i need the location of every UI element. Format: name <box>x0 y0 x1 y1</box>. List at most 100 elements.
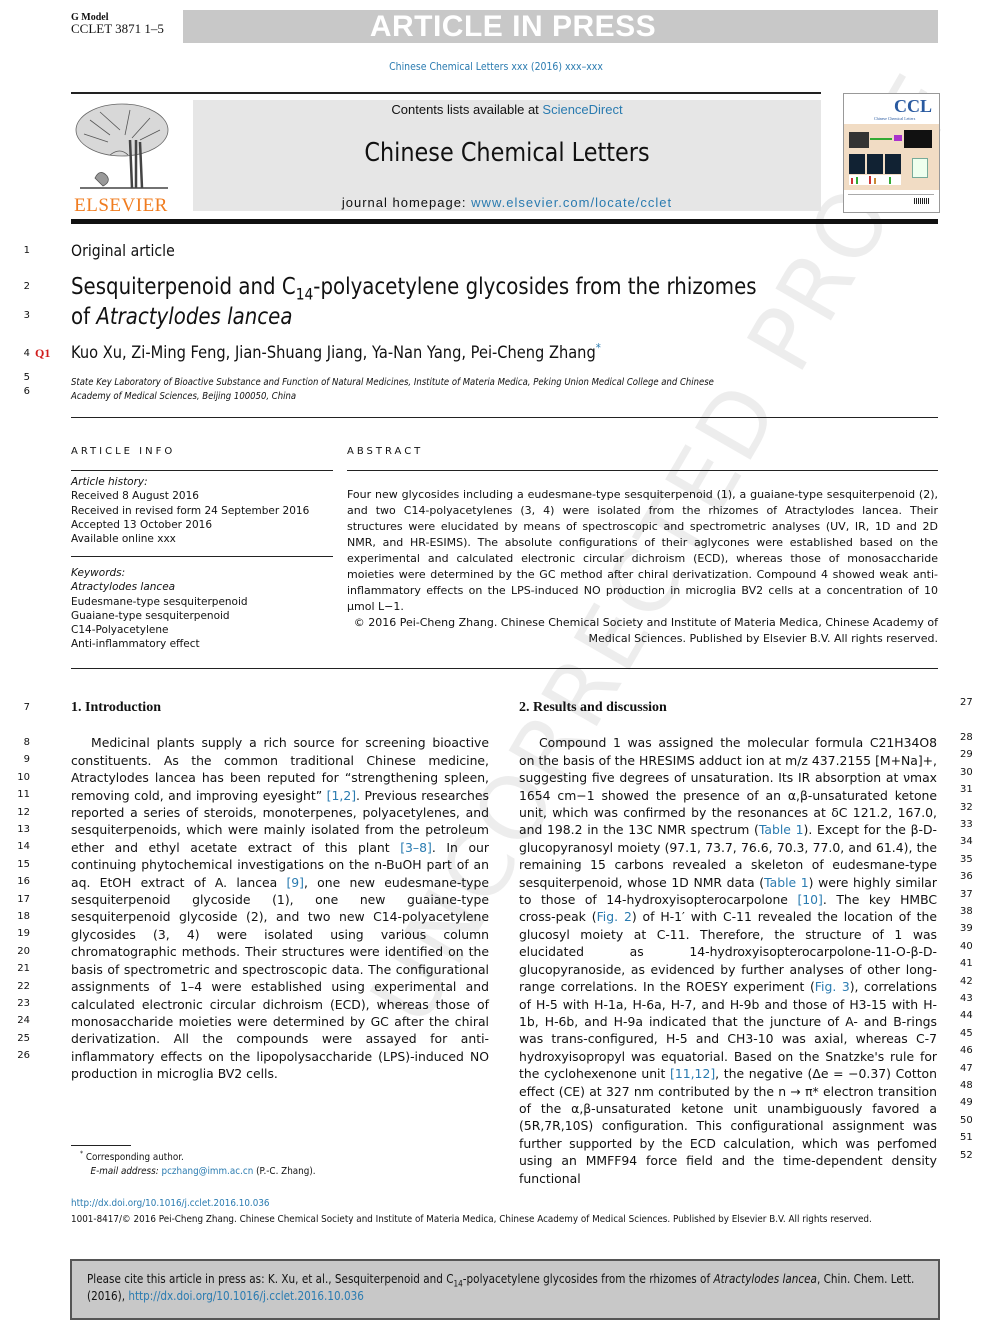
reference-link[interactable]: [1,2] <box>327 788 356 803</box>
corresponding-author-note: Corresponding author. <box>85 1152 184 1163</box>
abstract-text: Four new glycosides including a eudesman… <box>347 488 938 613</box>
divider <box>71 556 333 557</box>
reference-link[interactable]: Table 1 <box>764 875 809 890</box>
email-link[interactable]: pczhang@imm.ac.cn <box>161 1166 253 1177</box>
introduction-text: Medicinal plants supply a rich source fo… <box>71 735 489 1082</box>
journal-homepage-link[interactable]: www.elsevier.com/locate/cclet <box>471 195 672 210</box>
line-number: 5 <box>23 372 30 383</box>
history-online: Available online xxx <box>71 533 176 546</box>
affiliation-line: State Key Laboratory of Bioactive Substa… <box>71 377 714 388</box>
line-number: 8 <box>23 737 30 748</box>
line-number: 43 <box>960 993 973 1004</box>
title-subscript: 14 <box>295 284 314 304</box>
sciencedirect-link[interactable]: ScienceDirect <box>542 102 622 117</box>
line-number: 33 <box>960 819 973 830</box>
corresponding-author-link[interactable]: * <box>596 340 601 354</box>
affiliation-line: Academy of Medical Sciences, Beijing 100… <box>71 391 297 402</box>
doi-link[interactable]: http://dx.doi.org/10.1016/j.cclet.2016.1… <box>71 1198 270 1209</box>
line-number: 26 <box>17 1050 30 1062</box>
introduction-heading: 1. Introduction <box>71 700 161 715</box>
line-number: 31 <box>960 784 973 796</box>
copyright-line: Medical Sciences. Published by Elsevier … <box>588 632 938 645</box>
copyright-line: © 2016 Pei-Cheng Zhang. Chinese Chemical… <box>353 616 938 629</box>
reference-link[interactable]: [3–8] <box>400 840 432 855</box>
query-marker[interactable]: Q1 <box>35 346 50 361</box>
line-number: 20 <box>17 945 30 957</box>
footnote-mark: * <box>80 1149 84 1158</box>
footnote: * Corresponding author. E-mail address: … <box>80 1149 316 1179</box>
line-number: 27 <box>960 697 973 708</box>
history-revised: Received in revised form 24 September 20… <box>71 504 310 517</box>
line-number: 41 <box>960 958 973 970</box>
email-suffix: (P.-C. Zhang). <box>253 1166 316 1177</box>
reference-link[interactable]: [9] <box>286 875 304 890</box>
line-number: 13 <box>17 824 30 835</box>
results-text: Compound 1 was assigned the molecular fo… <box>519 735 938 1186</box>
line-number: 11 <box>17 789 30 801</box>
citation-doi-link[interactable]: http://dx.doi.org/10.1016/j.cclet.2016.1… <box>128 1289 364 1303</box>
contents-prefix: Contents lists available at <box>391 102 543 117</box>
line-number: 12 <box>17 806 30 818</box>
line-number: 48 <box>960 1080 973 1091</box>
article-history: Article history: Received 8 August 2016 … <box>71 475 341 546</box>
reference-link[interactable]: Fig. 3 <box>815 979 850 994</box>
journal-cover-thumbnail[interactable]: CCL Chinese Chemical Letters <box>843 93 940 213</box>
line-number: 30 <box>960 766 973 778</box>
line-number: 38 <box>960 906 973 917</box>
line-number: 7 <box>23 702 30 713</box>
header-rule-top <box>71 92 821 94</box>
line-number: 28 <box>960 732 973 743</box>
history-accepted: Accepted 13 October 2016 <box>71 518 213 531</box>
line-number: 37 <box>960 888 973 900</box>
line-number: 35 <box>960 853 973 865</box>
divider <box>71 470 333 471</box>
line-number: 47 <box>960 1062 973 1074</box>
divider <box>71 417 938 418</box>
homepage-prefix: journal homepage: <box>341 195 472 210</box>
line-number: 15 <box>17 858 30 870</box>
elsevier-wordmark: ELSEVIER <box>74 195 168 216</box>
issn-copyright: 1001-8417/© 2016 Pei-Cheng Zhang. Chines… <box>71 1214 872 1225</box>
reference-link[interactable]: Fig. 2 <box>597 909 632 924</box>
line-number: 51 <box>960 1132 973 1144</box>
line-number: 36 <box>960 871 973 883</box>
line-number: 16 <box>17 876 30 888</box>
abstract-body: Four new glycosides including a eudesman… <box>347 487 938 647</box>
title-part: of <box>71 304 97 330</box>
divider <box>347 470 938 471</box>
elsevier-logo[interactable]: ELSEVIER <box>70 100 172 216</box>
article-info-heading: ARTICLE INFO <box>71 446 176 457</box>
line-number: 24 <box>17 1015 30 1027</box>
reference-link[interactable]: [10] <box>797 892 822 907</box>
title-species: Atractylodes lancea <box>96 304 293 330</box>
elsevier-tree-icon <box>75 103 169 189</box>
history-received: Received 8 August 2016 <box>71 490 199 503</box>
keyword: Guaiane-type sesquiterpenoid <box>71 609 230 622</box>
footnote-rule <box>71 1145 131 1146</box>
citation-text: Please cite this article in press as: K.… <box>87 1271 922 1305</box>
line-number: 3 <box>23 310 30 321</box>
results-heading: 2. Results and discussion <box>519 700 667 715</box>
line-number: 1 <box>23 245 30 256</box>
reference-link[interactable]: Table 1 <box>759 822 804 837</box>
line-number: 45 <box>960 1027 973 1039</box>
email-label: E-mail address: <box>90 1166 162 1177</box>
author-list: Kuo Xu, Zi-Ming Feng, Jian-Shuang Jiang,… <box>71 340 601 363</box>
reference-link[interactable]: [11,12] <box>670 1066 715 1081</box>
line-number: 2 <box>23 281 30 292</box>
line-number: 19 <box>17 928 30 940</box>
citation-part: -polyacetylene glycosides from the rhizo… <box>462 1272 714 1286</box>
line-number: 40 <box>960 940 973 952</box>
introduction-section: 1. Introduction Medicinal plants supply … <box>71 699 489 1083</box>
article-title: Sesquiterpenoid and C14-polyacetylene gl… <box>71 272 757 332</box>
line-number: 22 <box>17 980 30 992</box>
journal-reference: Chinese Chemical Letters xxx (2016) xxx–… <box>389 60 603 73</box>
manuscript-id: CCLET 3871 1–5 <box>71 21 164 36</box>
citation-subscript: 14 <box>453 1278 463 1289</box>
keywords-label: Keywords: <box>71 567 126 579</box>
line-number: 34 <box>960 836 973 848</box>
line-number: 42 <box>960 975 973 987</box>
title-part: Sesquiterpenoid and C <box>71 274 296 300</box>
keyword: Atractylodes lancea <box>71 581 176 594</box>
line-number: 14 <box>17 841 30 853</box>
